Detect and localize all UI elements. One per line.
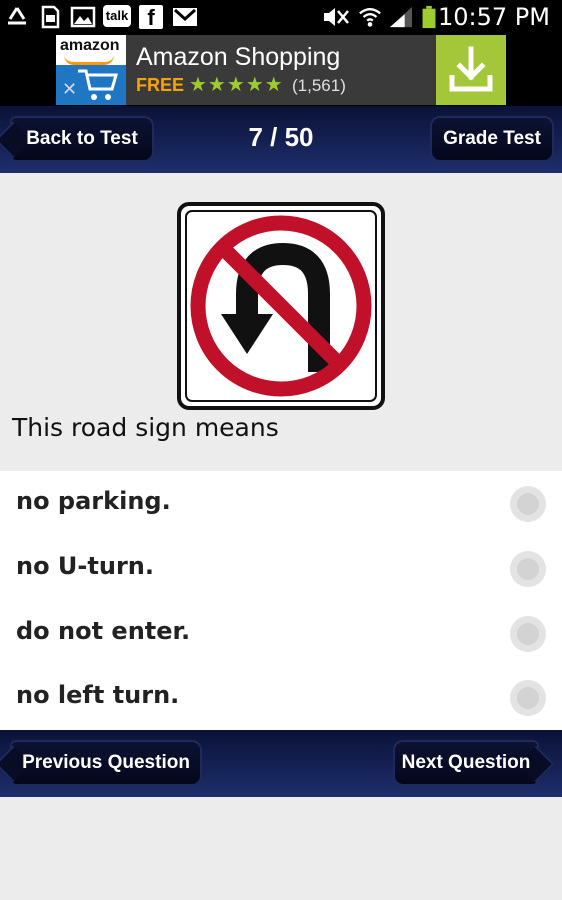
download-icon: [449, 46, 493, 92]
grade-test-label: Grade Test: [443, 128, 541, 149]
no-u-turn-sign-icon: [177, 202, 385, 410]
radio-button[interactable]: [510, 551, 546, 587]
back-to-test-button[interactable]: Back to Test: [10, 116, 154, 162]
sd-card-icon: [41, 5, 60, 29]
clock: 10:57 PM: [438, 3, 550, 31]
image-icon: [70, 6, 96, 28]
battery-icon: [422, 5, 436, 29]
top-nav-bar: Back to Test Grade Test: [0, 106, 562, 173]
answer-option[interactable]: do not enter.: [0, 601, 562, 665]
answer-option[interactable]: no parking.: [0, 471, 562, 535]
ad-title: Amazon Shopping: [136, 43, 341, 71]
back-to-test-label: Back to Test: [26, 128, 138, 149]
question-area: This road sign means: [0, 173, 562, 471]
next-question-button[interactable]: Next Question: [393, 740, 539, 786]
talk-icon: talk: [103, 5, 131, 27]
status-bar: talk f 10:57 PM: [0, 0, 562, 34]
answer-option[interactable]: no left turn.: [0, 665, 562, 729]
next-question-label: Next Question: [401, 752, 531, 773]
radio-button[interactable]: [510, 680, 546, 716]
answer-list: no parking. no U-turn. do not enter. no …: [0, 471, 562, 730]
answer-option[interactable]: no U-turn.: [0, 536, 562, 600]
ad-review-count: (1,561): [292, 76, 346, 95]
amazon-logo-text: amazon: [60, 37, 120, 54]
mute-icon: [324, 8, 349, 26]
radio-button[interactable]: [510, 616, 546, 652]
answer-label: do not enter.: [16, 617, 191, 645]
previous-question-button[interactable]: Previous Question: [10, 740, 202, 786]
wifi-icon: [359, 8, 381, 27]
previous-question-label: Previous Question: [22, 752, 190, 773]
recycle-icon: [8, 7, 26, 25]
ad-close-icon[interactable]: ✕: [62, 79, 77, 100]
ad-download-button[interactable]: [436, 35, 506, 105]
ad-rating-stars-icon: ★★★★★: [189, 74, 284, 96]
answer-label: no parking.: [16, 487, 171, 515]
ad-content[interactable]: amazon ✕ Amazon Shopping FREE ★★★★★ (1,5…: [56, 35, 506, 105]
gmail-icon: [173, 8, 197, 26]
ad-banner[interactable]: amazon ✕ Amazon Shopping FREE ★★★★★ (1,5…: [0, 34, 562, 106]
facebook-icon: f: [139, 5, 163, 30]
answer-label: no left turn.: [16, 681, 180, 709]
grade-test-button[interactable]: Grade Test: [430, 116, 554, 162]
radio-button[interactable]: [510, 486, 546, 522]
amazon-smile-icon: [64, 55, 114, 65]
signal-icon: [389, 6, 413, 28]
question-text: This road sign means: [12, 413, 279, 442]
bottom-nav-bar: Previous Question Next Question: [0, 730, 562, 797]
answer-label: no U-turn.: [16, 552, 154, 580]
amazon-app-icon: amazon ✕: [56, 35, 126, 105]
ad-price: FREE: [136, 75, 185, 95]
